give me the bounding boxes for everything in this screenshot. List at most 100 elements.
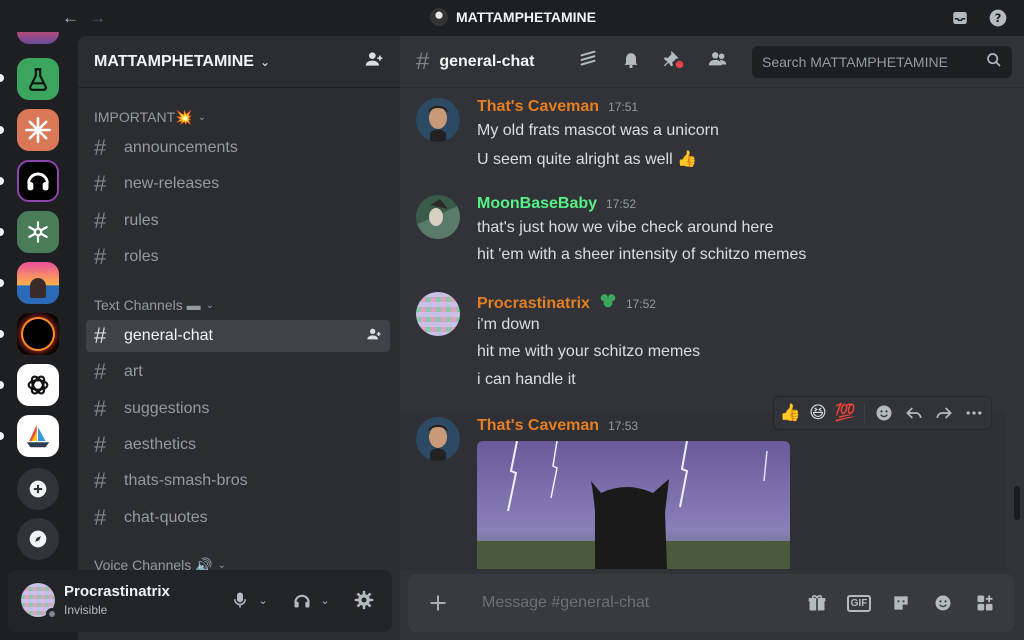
hash-icon: #: [94, 505, 107, 530]
gear-icon[interactable]: [352, 588, 376, 612]
role-badge-icon: [599, 292, 617, 313]
chevron-down-icon[interactable]: ⌄: [256, 594, 270, 607]
threads-icon[interactable]: [577, 48, 599, 75]
server-sunset-icon[interactable]: [17, 262, 59, 304]
sticker-icon[interactable]: [888, 590, 914, 616]
chevron-down-icon[interactable]: ⌄: [318, 594, 332, 607]
message-text: My old frats mascot was a unicorn: [477, 122, 719, 139]
message-actions-bar: 👍 😆 💯: [772, 396, 992, 430]
hash-icon: #: [416, 47, 430, 75]
channel-header: # general-chat Search MATTAMPHETAMINE: [400, 36, 1024, 88]
reply-icon[interactable]: [903, 402, 925, 424]
member-list-icon[interactable]: [707, 48, 729, 75]
title-bar: ← → MATTAMPHETAMINE ?: [0, 0, 1024, 36]
explore-servers-button[interactable]: [17, 518, 59, 560]
help-icon[interactable]: ?: [988, 8, 1008, 28]
message-text: i can handle it: [477, 371, 576, 388]
more-options-icon[interactable]: [963, 402, 985, 424]
gif-icon[interactable]: GIF: [846, 590, 872, 616]
back-arrow-icon[interactable]: ←: [62, 8, 79, 28]
server-flask-icon[interactable]: [17, 58, 59, 100]
channel-thats-smash-bros[interactable]: # thats-smash-bros: [86, 465, 390, 497]
server-burst-icon[interactable]: [17, 109, 59, 151]
user-status: Invisible: [64, 603, 108, 617]
message-author[interactable]: MoonBaseBaby: [477, 195, 597, 213]
server-eclipse-icon[interactable]: [17, 313, 59, 355]
message-text: hit 'em with a sheer intensity of schitz…: [477, 246, 807, 263]
image-attachment[interactable]: [477, 441, 790, 569]
create-invite-icon[interactable]: [366, 326, 382, 347]
attach-plus-icon[interactable]: [424, 589, 452, 617]
message-author[interactable]: That's Caveman: [477, 98, 599, 116]
microphone-icon[interactable]: [228, 588, 252, 612]
emoji-icon[interactable]: [930, 590, 956, 616]
pin-icon[interactable]: [663, 48, 685, 75]
forward-arrow-icon[interactable]: →: [89, 8, 106, 28]
channel-aesthetics[interactable]: # aesthetics: [86, 429, 390, 461]
channel-new-releases[interactable]: # new-releases: [86, 168, 390, 200]
reaction-laughing[interactable]: 😆: [809, 403, 827, 423]
message-timestamp: 17:53: [608, 419, 639, 433]
server-openai-icon[interactable]: [17, 364, 59, 406]
message-text: i'm down: [477, 316, 540, 333]
divider: [864, 403, 865, 423]
bell-icon[interactable]: [621, 48, 641, 75]
inbox-icon[interactable]: [950, 8, 970, 28]
category-text-channels[interactable]: Text Channels ▬ ⌄: [94, 297, 214, 313]
channel-announcements[interactable]: # announcements: [86, 132, 390, 164]
message-timestamp: 17:51: [608, 100, 639, 114]
reaction-hundred[interactable]: 💯: [835, 403, 856, 423]
avatar[interactable]: [416, 98, 460, 142]
guild-name: MATTAMPHETAMINE: [94, 52, 254, 70]
chat-area: # general-chat Search MATTAMPHETAMINE Th…: [400, 36, 1024, 640]
channel-art[interactable]: # art: [86, 356, 390, 388]
channel-rules[interactable]: # rules: [86, 205, 390, 237]
apps-icon[interactable]: [972, 590, 998, 616]
channel-roles[interactable]: # roles: [86, 241, 390, 273]
forward-icon[interactable]: [933, 402, 955, 424]
search-input[interactable]: Search MATTAMPHETAMINE: [752, 45, 1012, 78]
server-rail: [0, 32, 78, 640]
reaction-thumbs-up[interactable]: 👍: [780, 403, 801, 423]
add-reaction-icon[interactable]: [873, 402, 895, 424]
category-important[interactable]: IMPORTANT💥 ⌄: [94, 109, 206, 126]
server-snowflake-icon[interactable]: [17, 211, 59, 253]
channel-sidebar: MATTAMPHETAMINE ⌄ IMPORTANT💥 ⌄ # announcem…: [78, 36, 400, 640]
avatar[interactable]: [416, 417, 460, 461]
hash-icon: #: [94, 432, 107, 457]
guild-icon: [430, 8, 448, 26]
invite-people-icon[interactable]: [364, 49, 384, 74]
user-name: Procrastinatrix: [64, 583, 170, 600]
message-input[interactable]: Message #general-chat: [482, 594, 649, 612]
user-panel: Procrastinatrix Invisible ⌄ ⌄: [8, 570, 392, 632]
headphones-icon[interactable]: [290, 588, 314, 612]
server-boat-icon[interactable]: [17, 415, 59, 457]
hash-icon: #: [94, 359, 107, 384]
message-composer[interactable]: Message #general-chat GIF: [408, 574, 1014, 632]
message-timestamp: 17:52: [625, 297, 656, 311]
server-headphones-icon[interactable]: [17, 160, 59, 202]
chevron-down-icon: ⌄: [259, 54, 271, 69]
gift-icon[interactable]: [804, 590, 830, 616]
message-text: that's just how we vibe check around her…: [477, 219, 774, 236]
scrollbar[interactable]: [1014, 486, 1020, 520]
hash-icon: #: [94, 135, 107, 160]
avatar[interactable]: [416, 195, 460, 239]
channel-suggestions[interactable]: # suggestions: [86, 393, 390, 425]
hash-icon: #: [94, 244, 107, 269]
add-server-button[interactable]: [17, 468, 59, 510]
message-author[interactable]: That's Caveman: [477, 417, 599, 435]
message-text: hit me with your schitzo memes: [477, 343, 701, 360]
channel-chat-quotes[interactable]: # chat-quotes: [86, 502, 390, 534]
message-text: U seem quite alright as well 👍: [477, 151, 698, 168]
guild-header[interactable]: MATTAMPHETAMINE ⌄: [78, 36, 400, 88]
hash-icon: #: [94, 171, 107, 196]
avatar[interactable]: [416, 292, 460, 336]
hash-icon: #: [94, 208, 107, 233]
server-partial-icon[interactable]: [17, 32, 59, 44]
channel-general-chat[interactable]: # general-chat: [86, 320, 390, 352]
channel-title: general-chat: [439, 52, 535, 70]
status-indicator: [46, 608, 58, 620]
svg-text:?: ?: [995, 11, 1002, 25]
message-author[interactable]: Procrastinatrix: [477, 295, 590, 313]
